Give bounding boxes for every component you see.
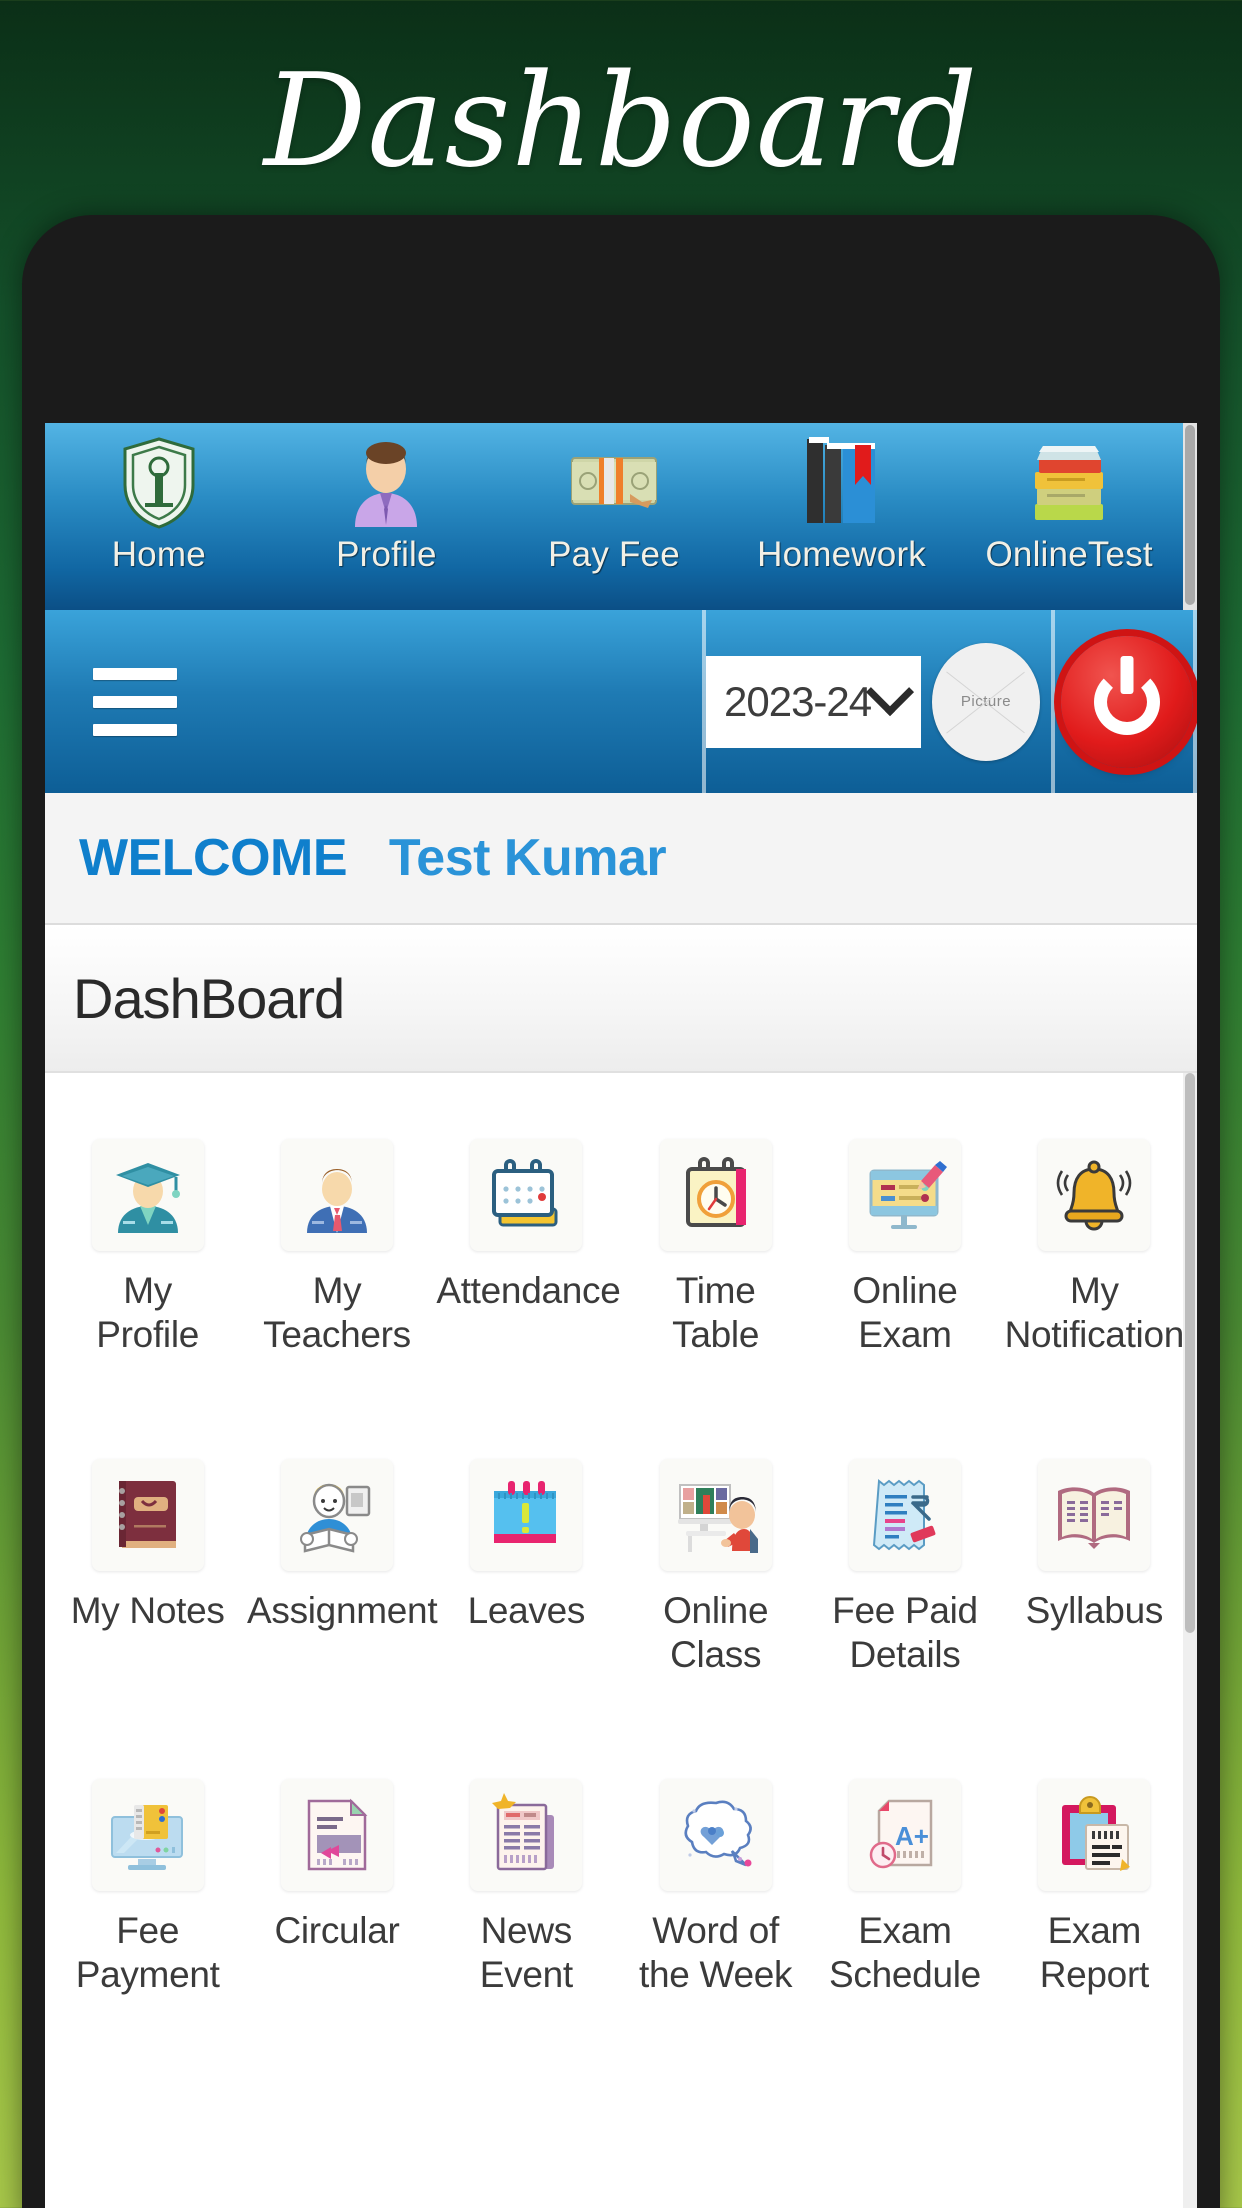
tile-label: Online Class [663,1590,769,1676]
tile-leaves[interactable]: Leaves [432,1449,621,1759]
tile-label: My Teachers [263,1270,411,1356]
phone-device-frame: Home Profile Pay Fee Homework OnlineTest… [22,215,1220,2208]
svg-text:A+: A+ [895,1821,929,1851]
tile-label: Assignment [246,1590,438,1631]
open-book-icon [1038,1459,1151,1571]
toolbar-right-group: 2023-24 Picture [702,610,1197,793]
school-crest-icon [45,431,273,535]
receipt-rupee-icon [848,1459,961,1571]
avatar-container[interactable]: Picture [921,642,1051,761]
hamburger-menu-icon[interactable] [93,667,177,736]
book-stack-icon [955,431,1183,535]
graduate-student-icon [91,1139,204,1251]
dashboard-grid-container: My Profile My Teachers Attendance Time T… [45,1073,1197,2208]
tile-my-teachers[interactable]: My Teachers [242,1129,431,1439]
tile-label: News Event [479,1910,573,1996]
tile-my-notes[interactable]: My Notes [53,1449,242,1759]
tile-fee-payment[interactable]: Fee Payment [53,1769,242,2079]
toolbar-divider-2 [1051,610,1055,793]
tile-word-of-the-week[interactable]: Word of the Week [621,1769,810,2079]
nav-item-homework[interactable]: Homework [728,423,956,610]
notebook-icon [91,1459,204,1571]
tile-online-class[interactable]: Online Class [621,1449,810,1759]
tile-label: Time Table [672,1270,760,1356]
tile-time-table[interactable]: Time Table [621,1129,810,1439]
top-navigation-bar: Home Profile Pay Fee Homework OnlineTest [45,423,1197,610]
session-year-select[interactable]: 2023-24 [706,655,921,748]
tile-my-profile[interactable]: My Profile [53,1129,242,1439]
tile-label: Exam Schedule [829,1910,981,1996]
nav-label: Home [111,535,206,574]
page-scrollbar[interactable] [1183,1073,1197,2208]
nav-label: Pay Fee [548,535,680,574]
scrollbar-thumb[interactable] [1185,425,1195,605]
avatar-alt-text: Picture [960,693,1012,710]
logout-power-button[interactable] [1061,635,1193,768]
welcome-text: WELCOME Test Kumar [79,828,667,888]
tile-assignment[interactable]: Assignment [242,1449,438,1759]
nav-item-home[interactable]: Home [45,423,273,610]
monitor-card-icon [91,1779,204,1891]
nav-label: Homework [757,535,926,574]
speech-bubble-icon [659,1779,772,1891]
tile-label: Fee Payment [75,1910,220,1996]
calendar-clock-icon [659,1139,772,1251]
tile-label: Leaves [467,1590,586,1631]
tile-exam-schedule[interactable]: A+ Exam Schedule [810,1769,999,2079]
chevron-down-icon [865,667,915,716]
welcome-user-name: Test Kumar [388,829,667,887]
money-stack-icon [500,431,728,535]
broken-image-avatar-icon[interactable]: Picture [932,642,1040,761]
tile-label: Word of the Week [639,1910,793,1996]
nav-label: OnlineTest [985,535,1153,574]
top-nav-scrollbar[interactable] [1183,423,1197,610]
tile-label: Attendance [436,1270,621,1311]
teacher-icon [280,1139,393,1251]
tile-circular[interactable]: Circular [242,1769,431,2079]
tile-online-exam[interactable]: Online Exam [810,1129,999,1439]
video-class-icon [659,1459,772,1571]
nav-label: Profile [336,535,437,574]
app-screen: Home Profile Pay Fee Homework OnlineTest… [45,423,1197,2208]
tile-label: My Notification [1004,1270,1185,1356]
person-profile-icon [273,431,501,535]
page-title: DashBoard [73,966,345,1030]
books-bookmark-icon [728,431,956,535]
calendar-alert-icon [470,1459,583,1571]
tile-my-notification[interactable]: My Notification [1000,1129,1189,1439]
scrollbar-thumb[interactable] [1185,1073,1195,1633]
tile-syllabus[interactable]: Syllabus [1000,1449,1189,1759]
tile-news-event[interactable]: News Event [432,1769,621,2079]
tile-exam-report[interactable]: Exam Report [1000,1769,1189,2079]
welcome-banner: WELCOME Test Kumar [45,793,1197,925]
power-icon [1094,668,1160,735]
nav-item-profile[interactable]: Profile [273,423,501,610]
tile-label: Exam Report [1039,1910,1150,1996]
nav-item-online-test[interactable]: OnlineTest [955,423,1183,610]
aplus-paper-clock-icon: A+ [848,1779,961,1891]
student-reading-icon [280,1459,393,1571]
clipboard-report-icon [1038,1779,1151,1891]
nav-item-pay-fee[interactable]: Pay Fee [500,423,728,610]
bell-icon [1038,1139,1151,1251]
tile-attendance[interactable]: Attendance [432,1129,621,1439]
app-toolbar: 2023-24 Picture [45,610,1197,793]
tile-label: Syllabus [1025,1590,1164,1631]
page-header: DashBoard [45,925,1197,1073]
welcome-prefix: WELCOME [79,829,348,887]
dashboard-menu-grid: My Profile My Teachers Attendance Time T… [45,1129,1197,2079]
tile-label: My Notes [70,1590,225,1631]
tile-label: Fee Paid Details [832,1590,978,1676]
calendar-dots-icon [470,1139,583,1251]
tile-label: Online Exam [852,1270,958,1356]
tile-fee-paid-details[interactable]: Fee Paid Details [810,1449,999,1759]
promo-title: Dashboard [263,47,979,196]
monitor-pencil-icon [848,1139,961,1251]
session-year-value: 2023-24 [724,677,872,725]
toolbar-divider-3 [1193,610,1197,793]
tile-label: Circular [274,1910,400,1951]
document-megaphone-icon [280,1779,393,1891]
tile-label: My Profile [96,1270,200,1356]
newspaper-icon [470,1779,583,1891]
